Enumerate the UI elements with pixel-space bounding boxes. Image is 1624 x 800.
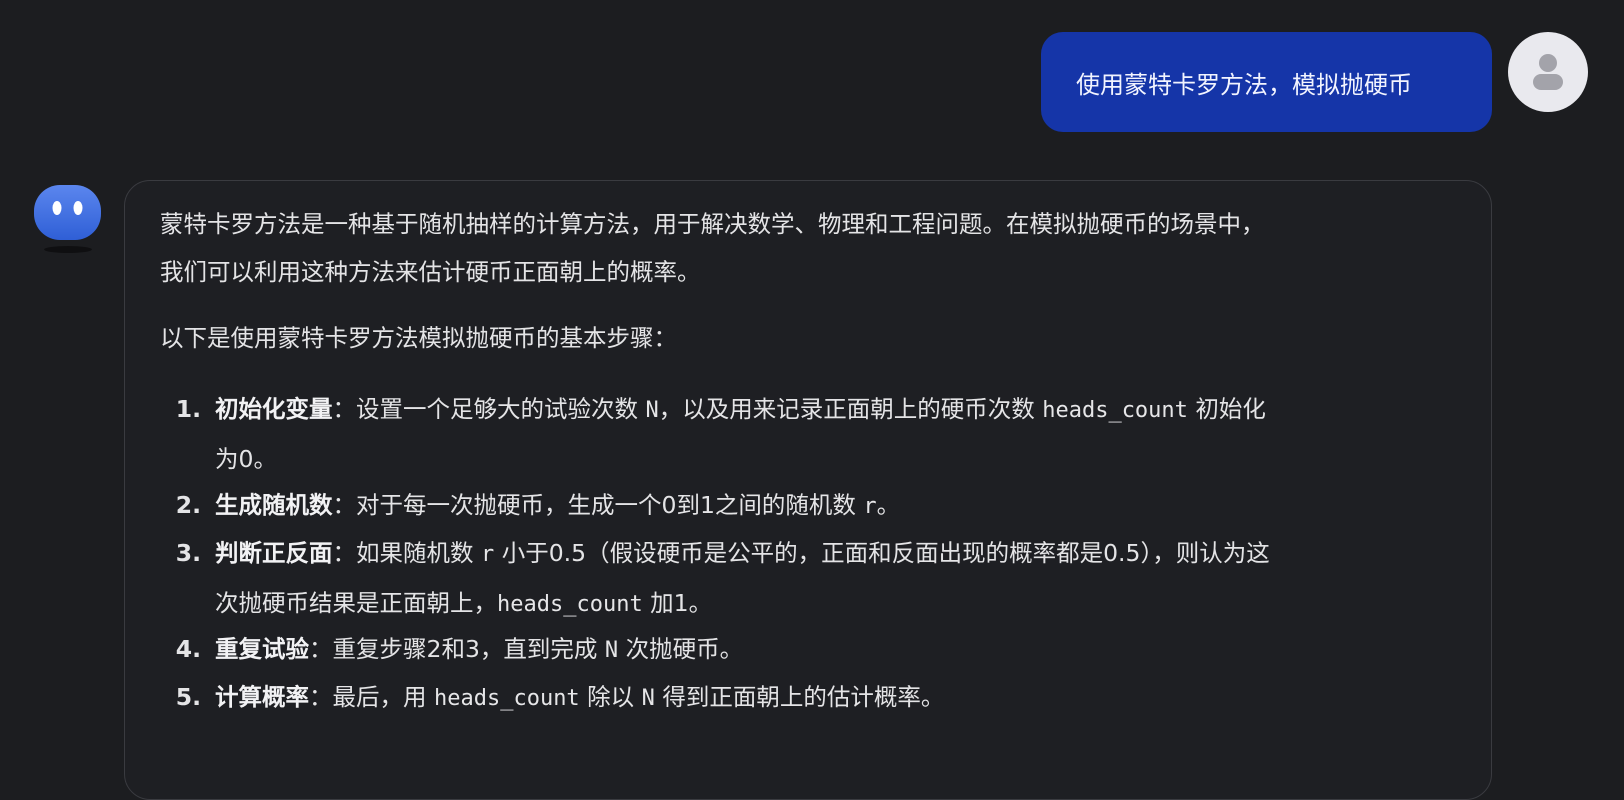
list-item-step-4: 4. 重复试验：重复步骤2和3，直到完成 N 次抛硬币。	[160, 625, 743, 675]
intro-line-1: 蒙特卡罗方法是一种基于随机抽样的计算方法，用于解决数学、物理和工程问题。在模拟抛…	[160, 210, 1265, 238]
step-separator: ：	[309, 635, 333, 663]
step-number: 1.	[175, 395, 201, 423]
step-separator: ：	[309, 683, 333, 711]
step-title: 重复试验	[215, 635, 309, 663]
step-text: 如果随机数	[356, 539, 481, 567]
step-title: 初始化变量	[215, 395, 333, 423]
step-separator: ：	[332, 395, 357, 423]
inline-code: N	[645, 398, 659, 423]
step-separator: ：	[332, 491, 357, 519]
steps-intro: 以下是使用蒙特卡罗方法模拟抛硬币的基本步骤：	[160, 324, 677, 352]
inline-code: N	[641, 686, 655, 711]
inline-code: heads_count	[1042, 398, 1188, 423]
step-text: 最后，用	[332, 683, 434, 711]
step-title: 计算概率	[215, 683, 309, 711]
step-number: 5.	[175, 683, 201, 711]
inline-code: r	[863, 494, 877, 519]
step-text: 次抛硬币结果是正面朝上，	[215, 589, 497, 617]
step-text: 小于0.5（假设硬币是公平的，正面和反面出现的概率都是0.5），则认为这	[494, 539, 1270, 567]
list-item-step-3: 3. 判断正反面：如果随机数 r 小于0.5（假设硬币是公平的，正面和反面出现的概…	[160, 529, 1270, 629]
step-text: ，以及用来记录正面朝上的硬币次数	[658, 395, 1043, 423]
step-number: 2.	[175, 491, 201, 519]
step-title: 判断正反面	[215, 539, 333, 567]
inline-code: heads_count	[497, 592, 643, 617]
bot-face-icon	[34, 185, 101, 240]
user-avatar-icon[interactable]	[1508, 32, 1588, 112]
inline-code: heads_count	[433, 686, 580, 711]
step-text: 对于每一次抛硬币，生成一个0到1之间的随机数	[356, 491, 864, 519]
user-silhouette-icon	[1533, 54, 1563, 90]
step-text: 重复步骤2和3，直到完成	[332, 635, 605, 663]
list-item-step-1: 1. 初始化变量：设置一个足够大的试验次数 N，以及用来记录正面朝上的硬币次数 h…	[160, 385, 1266, 483]
intro-line-2: 我们可以利用这种方法来估计硬币正面朝上的概率。	[160, 258, 701, 286]
inline-code: N	[604, 638, 619, 663]
step-number: 3.	[175, 539, 201, 567]
step-text: 次抛硬币。	[618, 635, 744, 663]
step-text: 得到正面朝上的估计概率。	[654, 683, 945, 711]
step-continuation: 为0。	[215, 445, 277, 473]
intro-paragraph: 蒙特卡罗方法是一种基于随机抽样的计算方法，用于解决数学、物理和工程问题。在模拟抛…	[160, 200, 1265, 296]
step-text: 除以	[579, 683, 642, 711]
step-text: 设置一个足够大的试验次数	[356, 395, 646, 423]
user-message-text: 使用蒙特卡罗方法，模拟抛硬币	[1076, 70, 1412, 99]
bot-avatar-icon[interactable]	[33, 184, 103, 256]
step-text: 加1。	[642, 589, 713, 617]
inline-code: r	[480, 542, 495, 567]
step-title: 生成随机数	[215, 491, 333, 519]
step-separator: ：	[332, 539, 357, 567]
step-text: 初始化	[1187, 395, 1266, 423]
list-item-step-2: 2. 生成随机数：对于每一次抛硬币，生成一个0到1之间的随机数 r。	[160, 481, 900, 531]
list-item-step-5: 5. 计算概率：最后，用 heads_count 除以 N 得到正面朝上的估计概率…	[160, 673, 945, 723]
step-continuation: 次抛硬币结果是正面朝上，heads_count 加1。	[160, 579, 1270, 629]
assistant-message-card: 蒙特卡罗方法是一种基于随机抽样的计算方法，用于解决数学、物理和工程问题。在模拟抛…	[124, 180, 1492, 800]
user-message-bubble: 使用蒙特卡罗方法，模拟抛硬币	[1041, 32, 1492, 132]
step-number: 4.	[175, 635, 201, 663]
step-text: 。	[876, 491, 901, 519]
